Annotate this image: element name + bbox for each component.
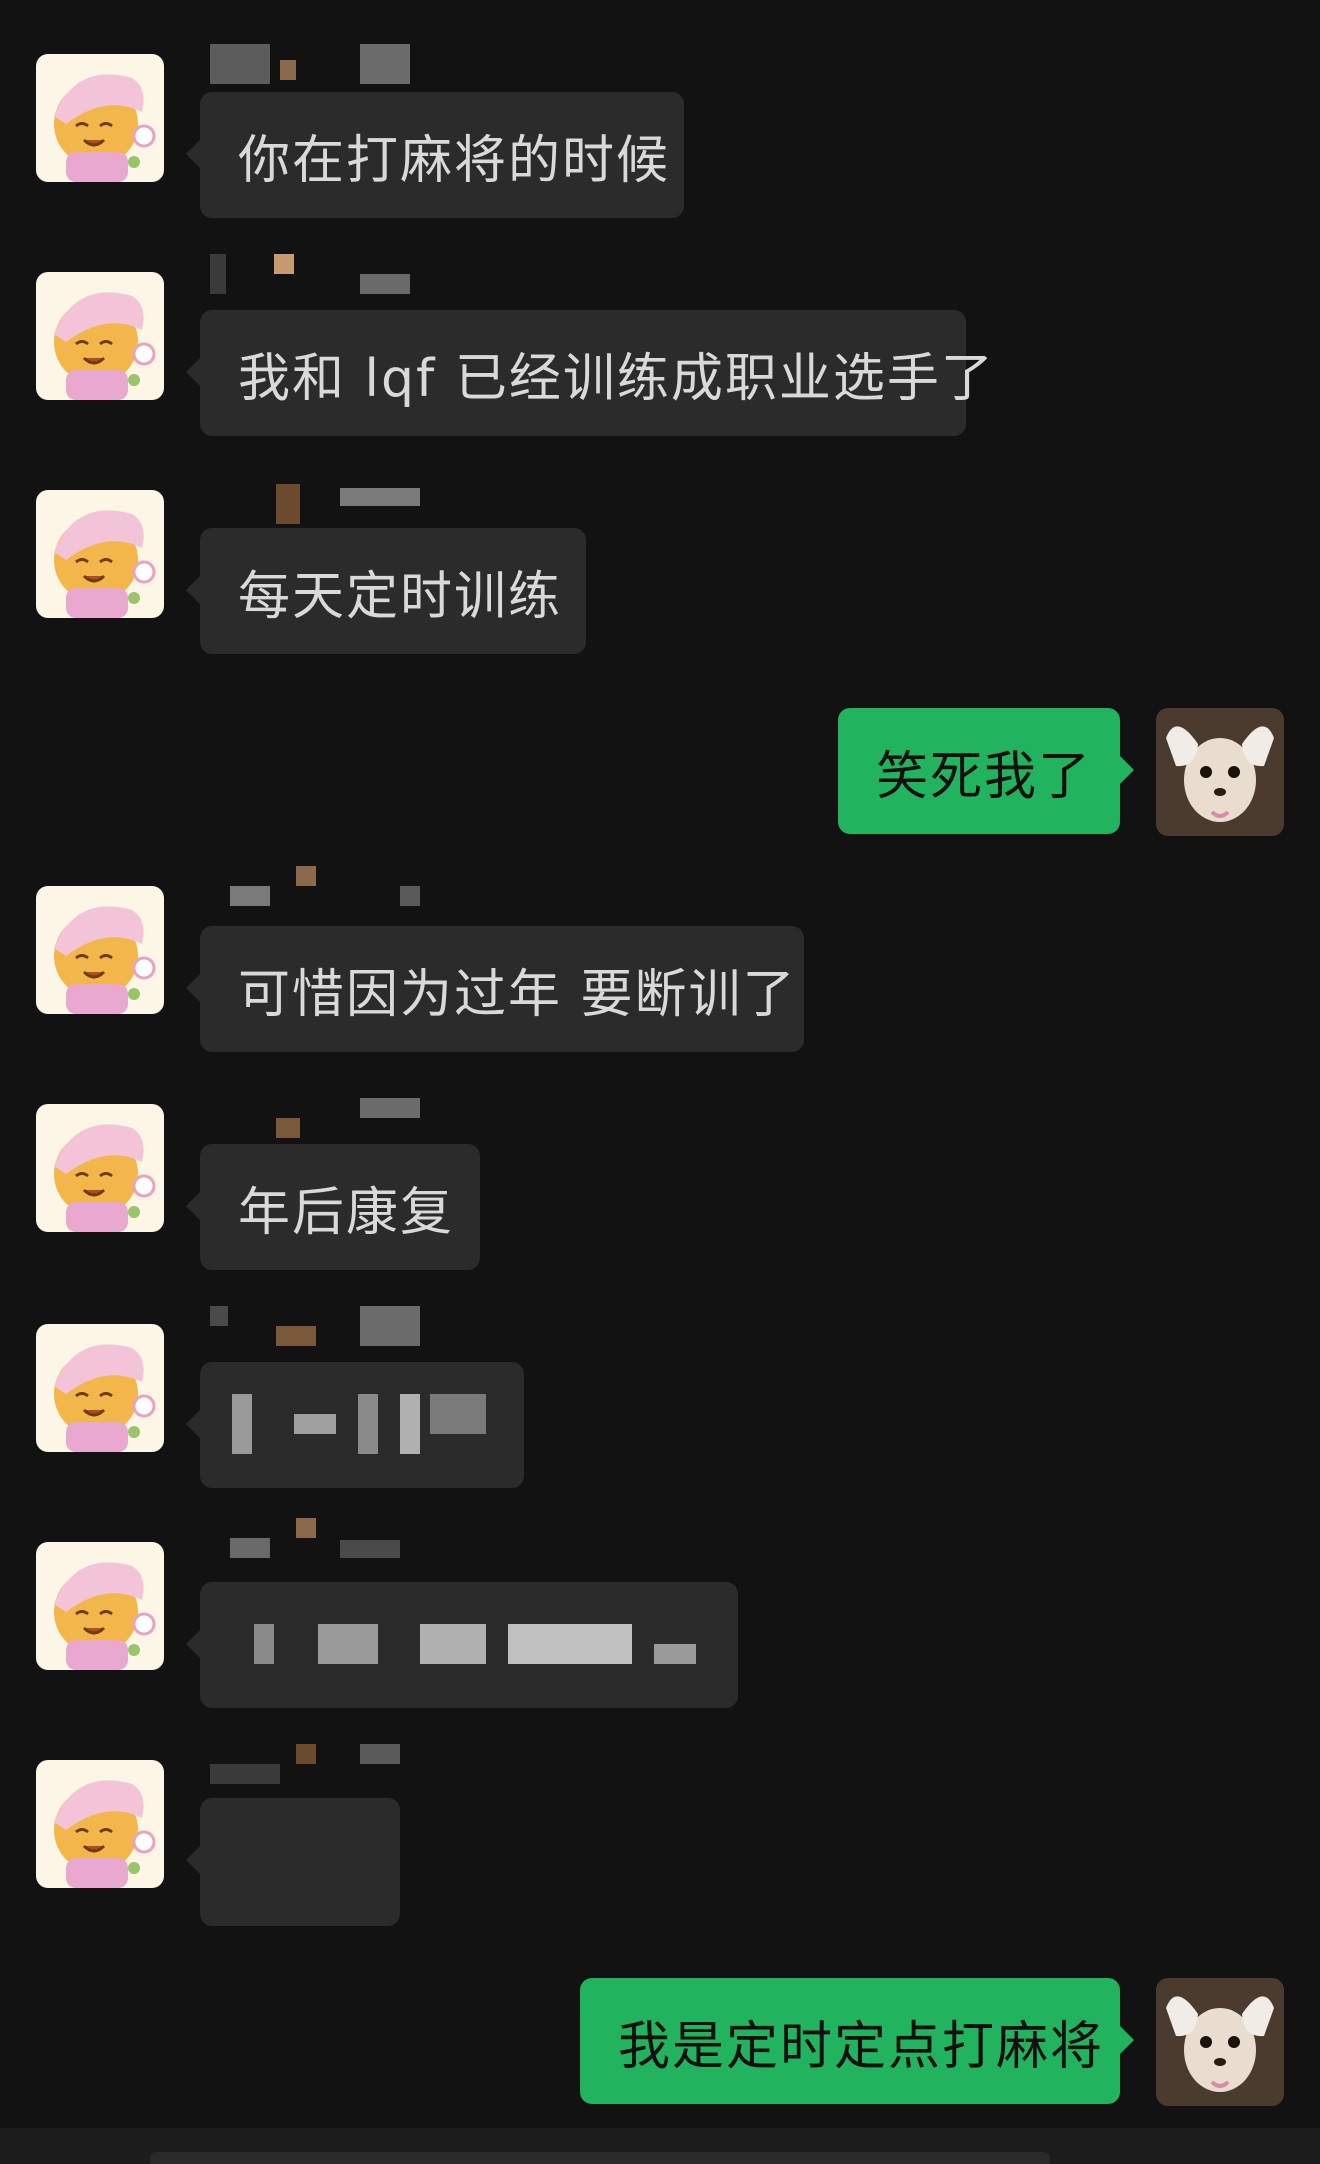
message-input-bar[interactable]	[150, 2152, 1050, 2164]
incoming-message-bubble[interactable]: 你在打麻将的时候	[186, 92, 684, 218]
sender-name-redacted	[210, 484, 440, 524]
contact-avatar[interactable]	[36, 1324, 164, 1452]
sender-name-redacted	[210, 44, 440, 84]
sleepy-cartoon-avatar-icon	[36, 886, 164, 1014]
contact-avatar[interactable]	[36, 1542, 164, 1670]
contact-avatar[interactable]	[36, 1104, 164, 1232]
redacted-text-block	[294, 1414, 336, 1434]
sender-name-redacted	[210, 1098, 440, 1138]
sleepy-cartoon-avatar-icon	[36, 490, 164, 618]
sender-name-redacted	[210, 866, 440, 906]
my-avatar[interactable]	[1156, 708, 1284, 836]
incoming-message-bubble[interactable]: 每天定时训练	[186, 528, 586, 654]
sender-name-redacted	[210, 1518, 440, 1558]
incoming-message-bubble[interactable]: 我和 lqf 已经训练成职业选手了	[186, 310, 993, 436]
redacted-text-block	[420, 1624, 486, 1664]
sender-name-redacted	[210, 1744, 440, 1784]
outgoing-message-bubble[interactable]: 笑死我了	[838, 708, 1134, 834]
contact-avatar[interactable]	[36, 54, 164, 182]
sleepy-cartoon-avatar-icon	[36, 1104, 164, 1232]
contact-avatar[interactable]	[36, 1760, 164, 1888]
sleepy-cartoon-avatar-icon	[36, 54, 164, 182]
sender-name-redacted	[210, 254, 440, 294]
redacted-text-block	[430, 1394, 486, 1434]
redacted-text-block	[232, 1394, 252, 1454]
redacted-text-block	[508, 1624, 632, 1664]
my-avatar[interactable]	[1156, 1978, 1284, 2106]
contact-avatar[interactable]	[36, 272, 164, 400]
incoming-message-bubble[interactable]: 年后康复	[186, 1144, 480, 1270]
sleepy-cartoon-avatar-icon	[36, 1542, 164, 1670]
redacted-text-block	[654, 1644, 696, 1664]
sleepy-cartoon-avatar-icon	[36, 1760, 164, 1888]
redacted-text-block	[254, 1624, 274, 1664]
contact-avatar[interactable]	[36, 490, 164, 618]
outgoing-message-bubble[interactable]: 我是定时定点打麻将	[580, 1978, 1134, 2104]
redacted-text-block	[318, 1624, 378, 1664]
sleepy-cartoon-avatar-icon	[36, 1324, 164, 1452]
sleepy-cartoon-avatar-icon	[36, 272, 164, 400]
redacted-text-block	[400, 1394, 420, 1454]
redacted-text-block	[358, 1394, 378, 1454]
chihuahua-dog-avatar-icon	[1156, 708, 1284, 836]
contact-avatar[interactable]	[36, 886, 164, 1014]
chihuahua-dog-avatar-icon	[1156, 1978, 1284, 2106]
incoming-message-bubble-redacted[interactable]	[186, 1798, 400, 1926]
sender-name-redacted	[210, 1306, 440, 1346]
incoming-message-bubble[interactable]: 可惜因为过年 要断训了	[186, 926, 804, 1052]
